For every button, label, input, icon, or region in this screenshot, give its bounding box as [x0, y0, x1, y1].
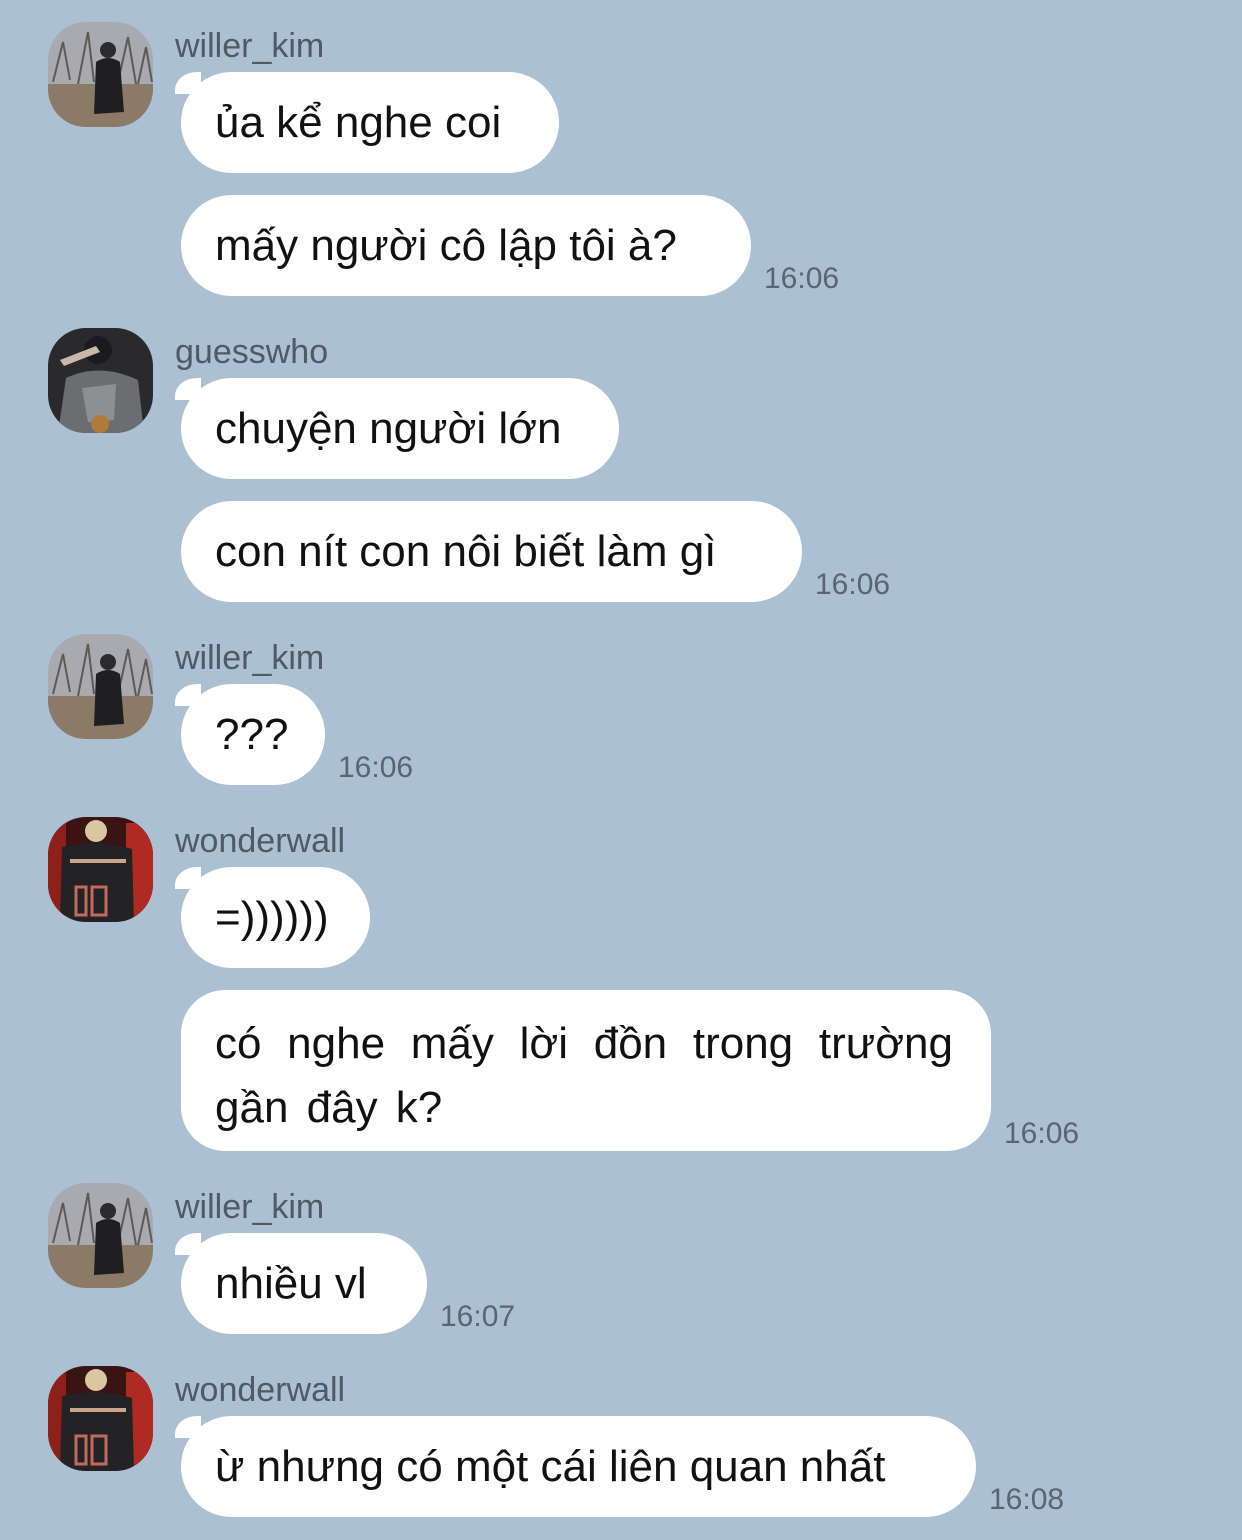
avatar-wonderwall[interactable] — [48, 817, 153, 922]
sender-name: willer_kim — [175, 639, 325, 677]
avatar-photo-icon — [48, 328, 153, 433]
message-timestamp: 16:08 — [989, 1483, 1065, 1516]
message-timestamp: 16:06 — [1004, 1117, 1080, 1150]
avatar-photo-icon — [48, 22, 153, 127]
sender-name: wonderwall — [175, 822, 346, 860]
avatar-photo-icon — [48, 817, 153, 922]
avatar-willer-kim[interactable] — [48, 22, 153, 127]
avatar-wonderwall[interactable] — [48, 1366, 153, 1471]
message-bubble[interactable]: =)))))) — [181, 867, 370, 968]
avatar-willer-kim[interactable] — [48, 634, 153, 739]
message-bubble[interactable]: ??? — [181, 684, 325, 785]
message-timestamp: 16:06 — [338, 751, 414, 784]
avatar-guesswho[interactable] — [48, 328, 153, 433]
avatar-willer-kim[interactable] — [48, 1183, 153, 1288]
avatar-photo-icon — [48, 1366, 153, 1471]
sender-name: willer_kim — [175, 27, 325, 65]
message-timestamp: 16:06 — [815, 568, 891, 601]
sender-name: guesswho — [175, 333, 329, 371]
message-bubble[interactable]: ủa kể nghe coi — [181, 72, 559, 173]
message-bubble[interactable]: nhiều vl — [181, 1233, 427, 1334]
message-bubble[interactable]: có nghe mấy lời đồn trong trường gần đây… — [181, 990, 991, 1151]
avatar-photo-icon — [48, 1183, 153, 1288]
message-bubble[interactable]: con nít con nôi biết làm gì — [181, 501, 802, 602]
message-timestamp: 16:07 — [440, 1300, 516, 1333]
message-timestamp: 16:06 — [764, 262, 840, 295]
message-bubble[interactable]: ừ nhưng có một cái liên quan nhất — [181, 1416, 976, 1517]
message-bubble[interactable]: chuyện người lớn — [181, 378, 619, 479]
sender-name: wonderwall — [175, 1371, 346, 1409]
avatar-photo-icon — [48, 634, 153, 739]
message-bubble[interactable]: mấy người cô lập tôi à? — [181, 195, 751, 296]
sender-name: willer_kim — [175, 1188, 325, 1226]
